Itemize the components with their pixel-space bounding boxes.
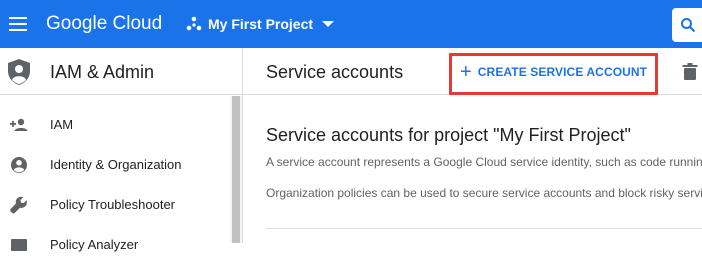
sidebar-item-iam[interactable]: IAM [0, 105, 230, 145]
description-service-account: A service account represents a Google Cl… [266, 155, 702, 169]
top-app-bar: Google Cloud My First Project [0, 0, 702, 48]
sidebar-title: IAM & Admin [50, 62, 155, 82]
sidebar-item-label: Policy Analyzer [50, 237, 139, 252]
sidebar-header: IAM & Admin [0, 48, 242, 95]
highlight-box [449, 53, 658, 95]
project-name: My First Project [208, 16, 314, 32]
sidebar-item-identity-organization[interactable]: Identity & Organization [0, 145, 230, 185]
project-selector[interactable]: My First Project [186, 11, 335, 37]
google-cloud-logo[interactable]: Google Cloud [46, 11, 162, 37]
page-title: Service accounts [266, 62, 404, 82]
trash-icon[interactable] [682, 63, 698, 81]
hamburger-menu-icon[interactable] [8, 12, 30, 36]
sidebar-item-policy-analyzer[interactable]: Policy Analyzer [0, 225, 230, 265]
search-button[interactable] [672, 8, 702, 42]
main-content: Service accounts for project "My First P… [243, 96, 702, 243]
sidebar-item-label: Identity & Organization [50, 157, 182, 172]
section-title: Service accounts for project "My First P… [266, 125, 631, 145]
person-add-icon [10, 118, 28, 131]
search-icon [681, 18, 696, 33]
sidebar: IAM & Admin IAM Identity & Organization … [0, 48, 243, 252]
description-organization-policies: Organization policies can be used to sec… [266, 186, 702, 200]
wrench-icon [10, 196, 27, 214]
sidebar-item-label: Policy Troubleshooter [50, 197, 176, 212]
caret-down-icon [322, 21, 335, 27]
account-circle-icon [11, 157, 27, 173]
divider [266, 228, 702, 229]
analyzer-icon [11, 239, 27, 251]
sidebar-scrollbar-thumb[interactable] [232, 96, 240, 243]
sidebar-item-policy-troubleshooter[interactable]: Policy Troubleshooter [0, 185, 230, 225]
sidebar-item-label: IAM [50, 117, 74, 132]
project-dots-icon [186, 16, 202, 31]
shield-person-icon [8, 59, 30, 85]
